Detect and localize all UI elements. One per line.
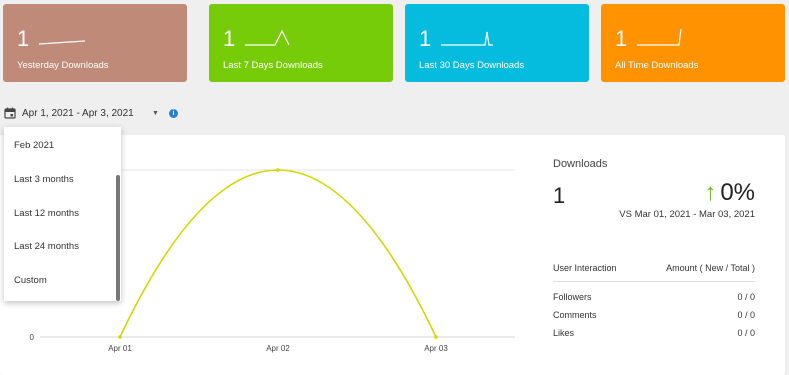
row-value-likes: 0 / 0 [737, 328, 755, 338]
card-last-7-days-downloads: 1 Last 7 Days Downloads [209, 4, 393, 82]
y-tick-label: 0 [30, 333, 35, 342]
stats-change-value: 0% [720, 179, 755, 206]
date-range-value: Apr 1, 2021 - Apr 3, 2021 [22, 107, 134, 119]
data-point [276, 168, 280, 172]
info-icon[interactable]: i [168, 108, 178, 118]
card-value: 1 [419, 26, 432, 51]
data-point [118, 335, 122, 339]
stats-total: 1 [553, 183, 566, 208]
stats-change: ↑ 0% [704, 179, 755, 207]
downloads-stats-panel: Downloads 1 ↑ 0% VS Mar 01, 2021 - Mar 0… [553, 135, 755, 375]
stats-compare-range: VS Mar 01, 2021 - Mar 03, 2021 [619, 209, 755, 220]
dropdown-option-last-24-months[interactable]: Last 24 months [14, 241, 79, 252]
chevron-down-icon[interactable]: ▼ [152, 110, 159, 117]
card-value: 1 [615, 26, 628, 51]
sparkline [637, 28, 682, 46]
sparkline [441, 31, 493, 46]
dropdown-option-custom[interactable]: Custom [14, 275, 47, 286]
row-label-followers: Followers [553, 292, 592, 302]
dropdown-option-feb-2021[interactable]: Feb 2021 [14, 140, 54, 151]
card-label: Last 30 Days Downloads [419, 60, 525, 71]
dropdown-scrollbar[interactable] [116, 175, 120, 301]
card-last-30-days-downloads: 1 Last 30 Days Downloads [405, 4, 589, 82]
row-value-comments: 0 / 0 [737, 310, 755, 320]
dropdown-option-last-12-months[interactable]: Last 12 months [14, 208, 79, 219]
data-point [434, 335, 438, 339]
dropdown-option-last-3-months[interactable]: Last 3 months [14, 174, 74, 185]
x-tick-label: Apr 03 [424, 344, 448, 353]
row-label-comments: Comments [553, 310, 597, 320]
arrow-up-icon: ↑ [704, 179, 717, 206]
sparkline [38, 40, 86, 45]
card-value: 1 [17, 26, 30, 51]
table-header-user-interaction: User Interaction [553, 263, 617, 273]
card-all-time-downloads: 1 All Time Downloads [601, 4, 785, 82]
sparkline [245, 29, 290, 46]
row-value-followers: 0 / 0 [737, 292, 755, 302]
stats-title: Downloads [553, 158, 608, 170]
card-label: Last 7 Days Downloads [223, 60, 323, 71]
series-line [119, 169, 437, 338]
table-divider [553, 281, 755, 282]
x-tick-label: Apr 01 [108, 344, 132, 353]
card-yesterday-downloads: 1 Yesterday Downloads [3, 4, 187, 82]
card-label: All Time Downloads [615, 60, 699, 71]
calendar-icon [4, 107, 16, 119]
card-value: 1 [223, 26, 236, 51]
x-tick-label: Apr 02 [266, 344, 290, 353]
date-range-dropdown: Feb 2021 Last 3 months Last 12 months La… [4, 127, 121, 301]
table-header-amount: Amount ( New / Total ) [666, 263, 755, 273]
row-label-likes: Likes [553, 328, 575, 338]
card-label: Yesterday Downloads [17, 60, 109, 71]
date-range-picker[interactable]: Apr 1, 2021 - Apr 3, 2021 ▼ i [4, 104, 178, 122]
